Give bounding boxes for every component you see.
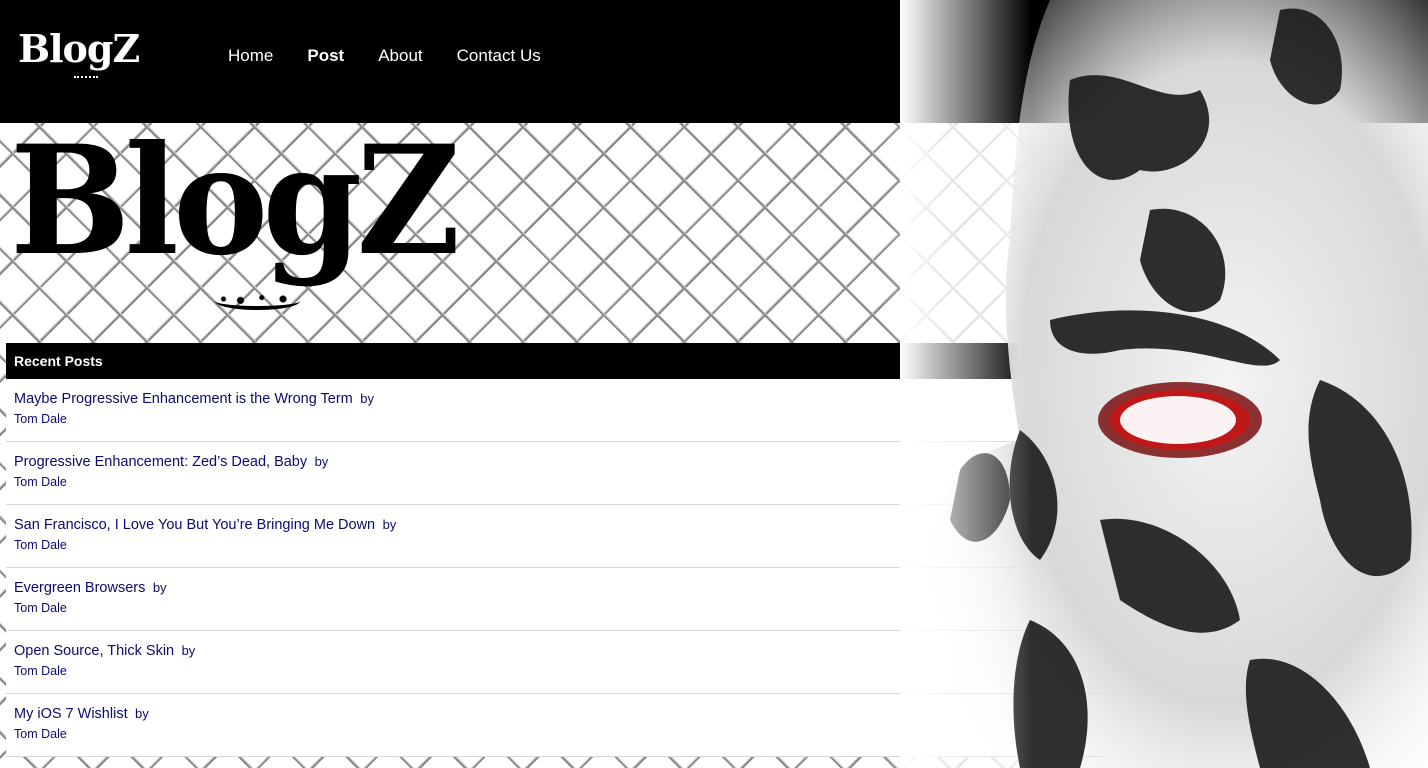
post-list-item: San Francisco, I Love You But You’re Bri… (6, 505, 1106, 568)
post-list-item: Progressive Enhancement: Zed’s Dead, Bab… (6, 442, 1106, 505)
recent-posts-panel: Recent Posts Maybe Progressive Enhanceme… (6, 343, 1106, 757)
post-by-label: by (181, 643, 196, 658)
post-title-link[interactable]: Open Source, Thick Skin (14, 643, 174, 659)
nav-about-link[interactable]: About (378, 46, 422, 66)
post-by-label: by (135, 706, 149, 721)
nav-contact-link[interactable]: Contact Us (457, 46, 541, 66)
post-title-link[interactable]: Evergreen Browsers (14, 580, 145, 596)
recent-posts-header: Recent Posts (6, 343, 1106, 379)
post-list-item: My iOS 7 Wishlist by Tom Dale (6, 694, 1106, 757)
logo-splatter (74, 76, 98, 81)
site-logo[interactable]: BlogZ (18, 30, 140, 68)
top-navbar: BlogZ Home Post About Contact Us (0, 0, 1428, 123)
post-list-item: Maybe Progressive Enhancement is the Wro… (6, 379, 1106, 442)
zombie-eye (1098, 382, 1262, 458)
post-by-label: by (314, 454, 329, 469)
post-list-item: Open Source, Thick Skin by Tom Dale (6, 631, 1106, 694)
hero-logo: BlogZ (10, 113, 460, 289)
post-title-link[interactable]: San Francisco, I Love You But You’re Bri… (14, 517, 375, 533)
post-author-link[interactable]: Tom Dale (14, 664, 1106, 678)
post-by-label: by (360, 391, 374, 406)
post-title-link[interactable]: My iOS 7 Wishlist (14, 706, 128, 722)
post-by-label: by (382, 517, 397, 532)
post-title-link[interactable]: Progressive Enhancement: Zed’s Dead, Bab… (14, 454, 307, 470)
post-author-link[interactable]: Tom Dale (14, 412, 1106, 426)
post-title-link[interactable]: Maybe Progressive Enhancement is the Wro… (14, 391, 353, 407)
post-by-label: by (152, 580, 167, 595)
post-author-link[interactable]: Tom Dale (14, 727, 1106, 741)
post-author-link[interactable]: Tom Dale (14, 475, 1106, 489)
post-author-link[interactable]: Tom Dale (14, 538, 1106, 552)
hero-logo-splatter (215, 292, 300, 310)
main-nav: Home Post About Contact Us (228, 46, 575, 66)
nav-home-link[interactable]: Home (228, 46, 273, 66)
post-list-item: Evergreen Browsers by Tom Dale (6, 568, 1106, 631)
post-author-link[interactable]: Tom Dale (14, 601, 1106, 615)
nav-post-link[interactable]: Post (307, 46, 344, 66)
